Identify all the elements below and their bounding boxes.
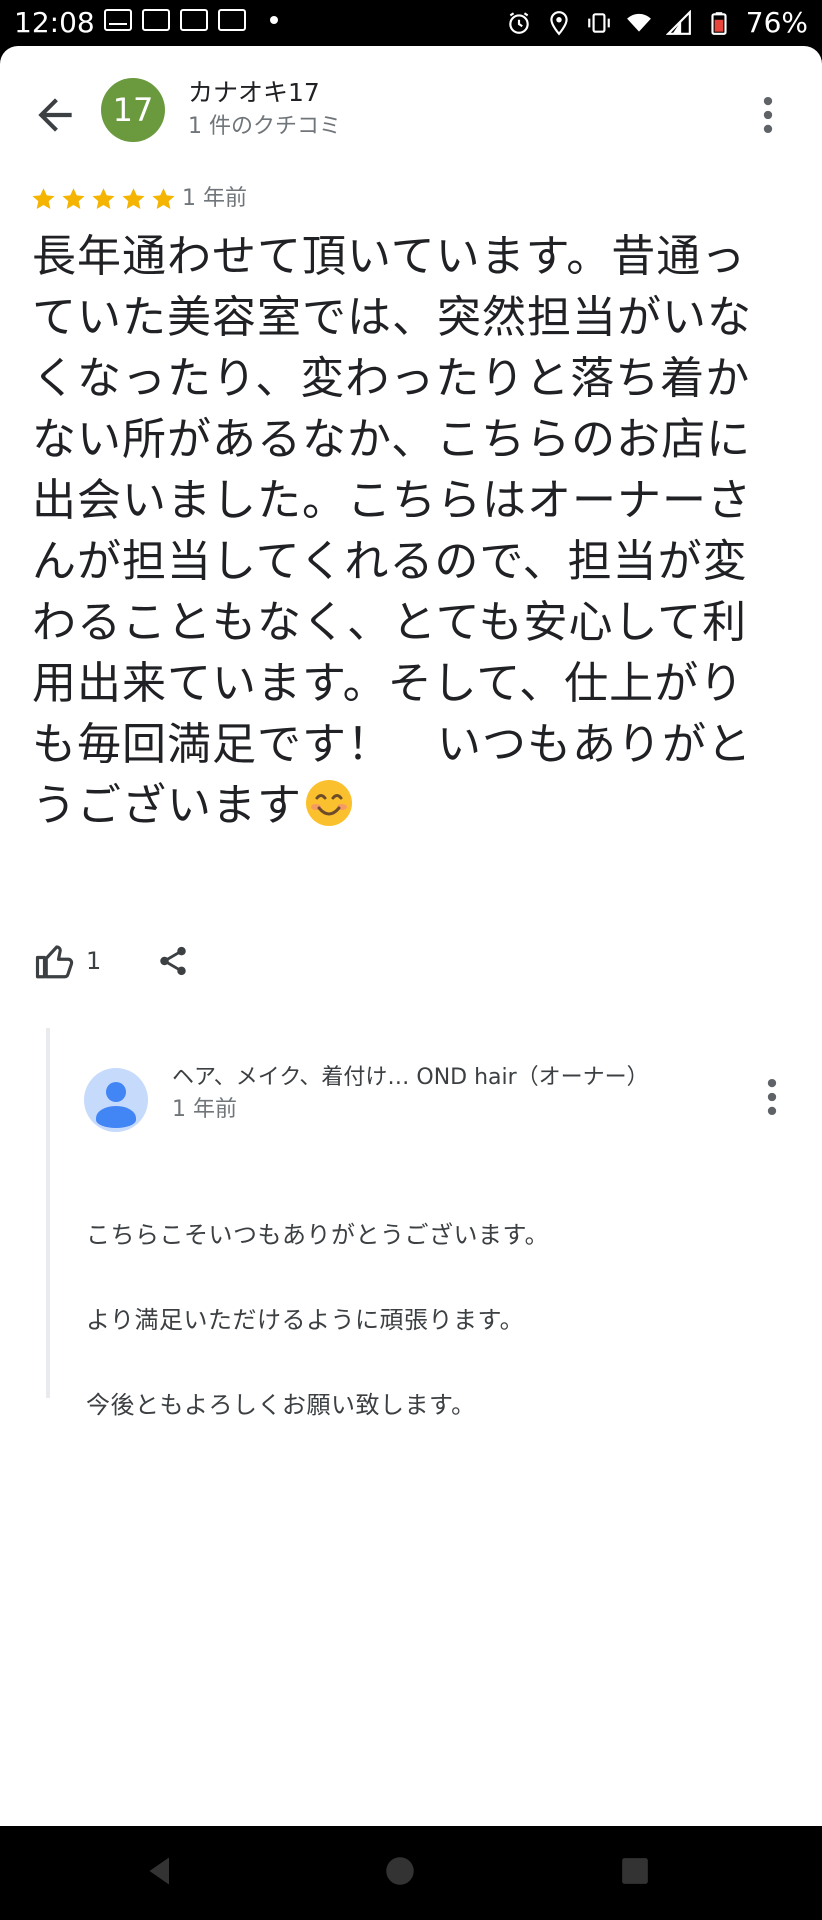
owner-name[interactable]: ヘア、メイク、着付け… OND hair（オーナー） [172,1062,649,1094]
alarm-icon [509,12,529,34]
reply-text-line: こちらこそいつもありがとうございます。 [86,1221,550,1249]
au-notification-icon [180,9,208,31]
status-bar: 12:08 76% [0,0,822,46]
star-rating [30,186,177,213]
wifi-icon [626,13,651,32]
like-count: 1 [86,947,102,975]
vibrate-icon [587,13,610,33]
star-icon [122,188,145,209]
notification-icons [104,9,278,31]
reply-text-line: 今後ともよろしくお願い致します。 [86,1391,476,1419]
reviewer-name[interactable]: カナオキ17 [188,76,320,110]
reply-more-options-icon[interactable] [754,1072,790,1122]
mail-icon [104,9,132,31]
system-icons: 76% [506,6,808,40]
review-text: 長年通わせて頂いています。昔通っていた美容室では、突然担当がいなくなったり、変わ… [32,231,752,831]
review-time: 1 年前 [182,186,247,211]
battery-percent: 76% [745,6,808,39]
recents-square-icon[interactable] [621,1857,649,1885]
dot-icon [270,16,278,24]
review-body: 長年通わせて頂いています。昔通っていた美容室では、突然担当がいなくなったり、変わ… [32,226,752,836]
location-icon [550,11,568,36]
navigation-bar [0,1826,822,1920]
reviewer-avatar[interactable]: 17 [101,78,165,142]
review-detail-card: 17 カナオキ17 1 件のクチコミ 1 年前 長年通わせて頂いています。昔通っ… [0,46,822,1826]
status-time: 12:08 [14,6,95,39]
battery-icon [711,12,727,35]
reviewer-review-count: 1 件のクチコミ [188,114,341,139]
star-icon [92,188,115,209]
thumbs-up-icon[interactable] [34,940,76,982]
share-icon[interactable] [156,944,190,978]
back-arrow-icon[interactable] [30,90,80,140]
au-notification-icon [142,9,170,31]
smiling-face-emoji-icon [306,780,352,826]
signal-icon [665,10,691,35]
star-icon [152,188,175,209]
star-icon [62,188,85,209]
owner-reply-time: 1 年前 [172,1097,237,1122]
back-triangle-icon[interactable] [142,1853,178,1889]
owner-reply: ヘア、メイク、着付け… OND hair（オーナー） 1 年前 こちらこそいつも… [46,1028,780,1419]
home-circle-icon[interactable] [385,1856,415,1886]
star-icon [32,188,55,209]
owner-avatar-icon[interactable] [84,1068,148,1132]
au-notification-icon [218,9,246,31]
more-options-icon[interactable] [750,90,786,140]
reply-text-line: より満足いただけるように頑張ります。 [86,1306,525,1334]
